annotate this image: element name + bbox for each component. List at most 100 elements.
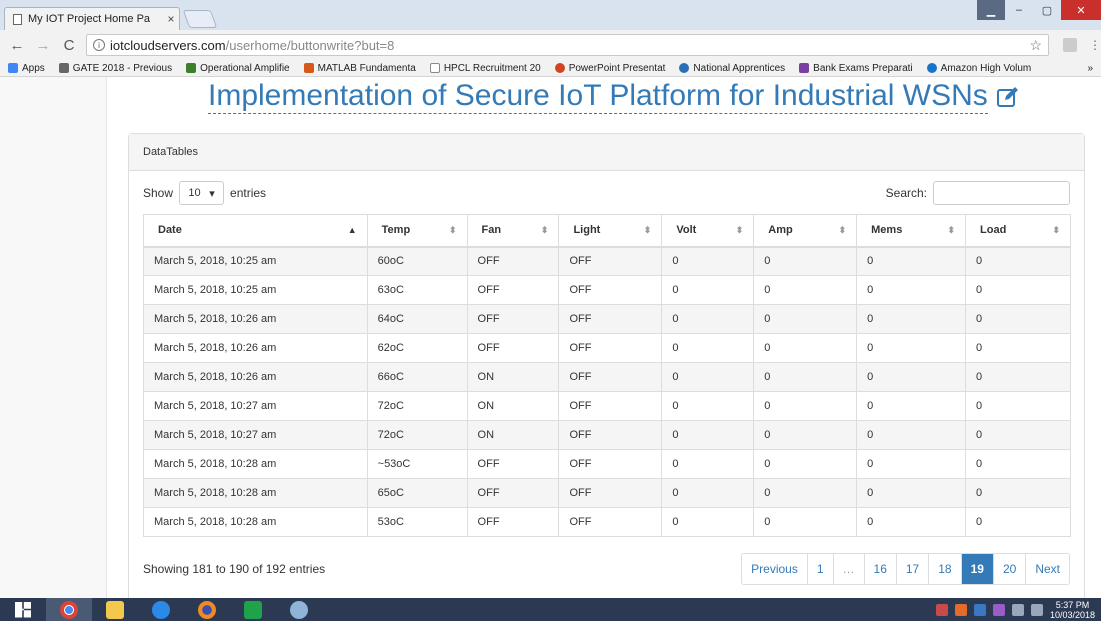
table-cell-light: OFF bbox=[558, 391, 663, 421]
table-cell-load: 0 bbox=[965, 391, 1071, 421]
address-bar[interactable]: i iotcloudservers.com /userhome/buttonwr… bbox=[86, 34, 1049, 56]
table-cell-mems: 0 bbox=[856, 449, 967, 479]
search-input[interactable] bbox=[933, 181, 1070, 205]
table-row: March 5, 2018, 10:26 am 66oC ON OFF 0 0 0 0 bbox=[143, 362, 1071, 392]
reload-icon[interactable]: C bbox=[60, 37, 78, 54]
edit-icon[interactable] bbox=[996, 85, 1020, 109]
taskbar-chrome[interactable] bbox=[46, 598, 92, 621]
page-button[interactable]: 17 bbox=[895, 554, 929, 584]
minimize-button[interactable]: ▁ bbox=[977, 0, 1005, 20]
table-cell-light: OFF bbox=[558, 478, 663, 508]
clock-date: 10/03/2018 bbox=[1049, 609, 1095, 620]
taskbar-file-explorer[interactable] bbox=[92, 598, 138, 621]
bookmark-label: MATLAB Fundamenta bbox=[317, 62, 416, 74]
powerpoint-icon bbox=[554, 63, 565, 73]
bookmark-opamp[interactable]: Operational Amplifie bbox=[186, 63, 290, 74]
table-cell-amp: 0 bbox=[753, 275, 858, 305]
paint-icon bbox=[290, 600, 308, 619]
table-row: March 5, 2018, 10:26 am 64oC OFF OFF 0 0 0 0 bbox=[143, 304, 1071, 334]
maximize-button[interactable]: ▢ bbox=[1033, 0, 1061, 20]
new-tab-button[interactable] bbox=[182, 10, 218, 28]
window-controls: ▁ – ▢ ✕ bbox=[977, 0, 1101, 20]
table-cell-mems: 0 bbox=[856, 333, 967, 363]
column-header-temp[interactable]: Temp ⬍ bbox=[366, 214, 468, 248]
table-cell-fan: OFF bbox=[466, 478, 560, 508]
table-cell-amp: 0 bbox=[753, 478, 858, 508]
opamp-icon bbox=[186, 63, 197, 73]
tray-app-icon[interactable] bbox=[992, 603, 1005, 616]
pagination-previous-button[interactable]: Previous bbox=[742, 554, 807, 584]
flag-icon[interactable] bbox=[1011, 603, 1024, 616]
entries-select[interactable]: 10 ▾ bbox=[179, 181, 225, 205]
bookmarks-overflow-button[interactable]: » bbox=[1087, 63, 1093, 74]
table-row: March 5, 2018, 10:26 am 62oC OFF OFF 0 0 0 0 bbox=[143, 333, 1071, 363]
chrome-icon bbox=[60, 600, 78, 619]
bookmark-label: GATE 2018 - Previous bbox=[72, 62, 173, 74]
bookmark-star-icon[interactable]: ☆ bbox=[1029, 37, 1042, 54]
table-cell-amp: 0 bbox=[753, 304, 858, 334]
tray-security-icon[interactable] bbox=[935, 603, 948, 616]
column-label: Mems bbox=[871, 224, 903, 237]
apps-grid-icon bbox=[8, 63, 18, 73]
forward-icon[interactable]: → bbox=[34, 37, 52, 54]
page-button[interactable]: 16 bbox=[863, 554, 896, 584]
network-icon[interactable] bbox=[1030, 603, 1043, 616]
close-window-button[interactable]: ✕ bbox=[1061, 0, 1101, 20]
column-header-fan[interactable]: Fan ⬍ bbox=[466, 214, 560, 248]
restore-button[interactable]: – bbox=[1005, 0, 1033, 20]
bookmark-matlab[interactable]: MATLAB Fundamenta bbox=[303, 62, 416, 74]
tray-app-icon[interactable] bbox=[954, 603, 967, 616]
page-button[interactable]: 1 bbox=[806, 554, 833, 584]
taskbar-paint[interactable] bbox=[276, 598, 322, 621]
taskbar-internet-explorer[interactable] bbox=[138, 598, 184, 621]
column-header-load[interactable]: Load ⬍ bbox=[965, 214, 1071, 248]
page-button[interactable]: 18 bbox=[928, 554, 961, 584]
table-cell-light: OFF bbox=[558, 362, 663, 392]
table-cell-amp: 0 bbox=[753, 449, 858, 479]
table-header-row: Date ▲ Temp ⬍ Fan ⬍ Light ⬍ Volt ⬍ Amp ⬍ Mems ⬍… bbox=[143, 214, 1071, 248]
column-header-light[interactable]: Light ⬍ bbox=[558, 214, 663, 248]
table-cell-load: 0 bbox=[965, 246, 1071, 276]
column-header-mems[interactable]: Mems ⬍ bbox=[856, 214, 967, 248]
bookmark-gate[interactable]: GATE 2018 - Previous bbox=[58, 62, 173, 74]
extension-icon[interactable] bbox=[1063, 38, 1077, 52]
tray-app-icon[interactable] bbox=[973, 603, 986, 616]
table-cell-date: March 5, 2018, 10:26 am bbox=[143, 362, 368, 392]
bookmark-apprentices[interactable]: National Apprentices bbox=[679, 63, 785, 74]
table-cell-light: OFF bbox=[558, 420, 663, 450]
table-cell-volt: 0 bbox=[661, 246, 755, 276]
bookmark-amazon[interactable]: Amazon High Volum bbox=[926, 63, 1031, 74]
taskbar-firefox[interactable] bbox=[184, 598, 230, 621]
sort-icon: ⬍ bbox=[735, 225, 744, 235]
table-cell-load: 0 bbox=[965, 333, 1071, 363]
table-cell-temp: 72oC bbox=[366, 391, 468, 421]
sort-icon: ⬍ bbox=[540, 225, 549, 235]
table-row: March 5, 2018, 10:28 am 53oC OFF OFF 0 0 0 0 bbox=[143, 507, 1071, 537]
info-icon[interactable]: i bbox=[93, 39, 105, 51]
bookmark-hpcl[interactable]: HPCL Recruitment 20 bbox=[429, 63, 541, 74]
pagination-next-button[interactable]: Next bbox=[1025, 554, 1069, 584]
page-button[interactable]: 20 bbox=[992, 554, 1026, 584]
browser-tabstrip: My IOT Project Home Pa × ▁ – ▢ ✕ bbox=[0, 0, 1101, 30]
bookmark-apps[interactable]: Apps bbox=[8, 63, 45, 74]
column-header-volt[interactable]: Volt ⬍ bbox=[661, 214, 755, 248]
table-row: March 5, 2018, 10:25 am 60oC OFF OFF 0 0 0 0 bbox=[143, 246, 1071, 276]
table-info: Showing 181 to 190 of 192 entries bbox=[143, 562, 326, 576]
bookmark-bank-exams[interactable]: Bank Exams Preparati bbox=[799, 63, 913, 74]
column-header-date[interactable]: Date ▲ bbox=[143, 214, 368, 248]
bookmark-powerpoint[interactable]: PowerPoint Presentat bbox=[554, 63, 665, 74]
system-clock[interactable]: 5:37 PM 10/03/2018 bbox=[1050, 600, 1095, 620]
column-label: Fan bbox=[481, 224, 502, 237]
column-header-amp[interactable]: Amp ⬍ bbox=[753, 214, 858, 248]
table-row: March 5, 2018, 10:25 am 63oC OFF OFF 0 0 0 0 bbox=[143, 275, 1071, 305]
browser-tab[interactable]: My IOT Project Home Pa × bbox=[4, 7, 180, 30]
start-button[interactable] bbox=[0, 598, 46, 621]
taskbar-store[interactable] bbox=[230, 598, 276, 621]
back-icon[interactable]: ← bbox=[8, 37, 26, 54]
bank-icon bbox=[799, 63, 810, 73]
browser-menu-icon[interactable]: ⋮ bbox=[1089, 38, 1101, 52]
page-title[interactable]: Implementation of Secure IoT Platform fo… bbox=[208, 79, 988, 114]
column-label: Load bbox=[980, 224, 1007, 237]
tab-close-button[interactable]: × bbox=[163, 12, 179, 26]
page-button-active[interactable]: 19 bbox=[960, 554, 993, 584]
